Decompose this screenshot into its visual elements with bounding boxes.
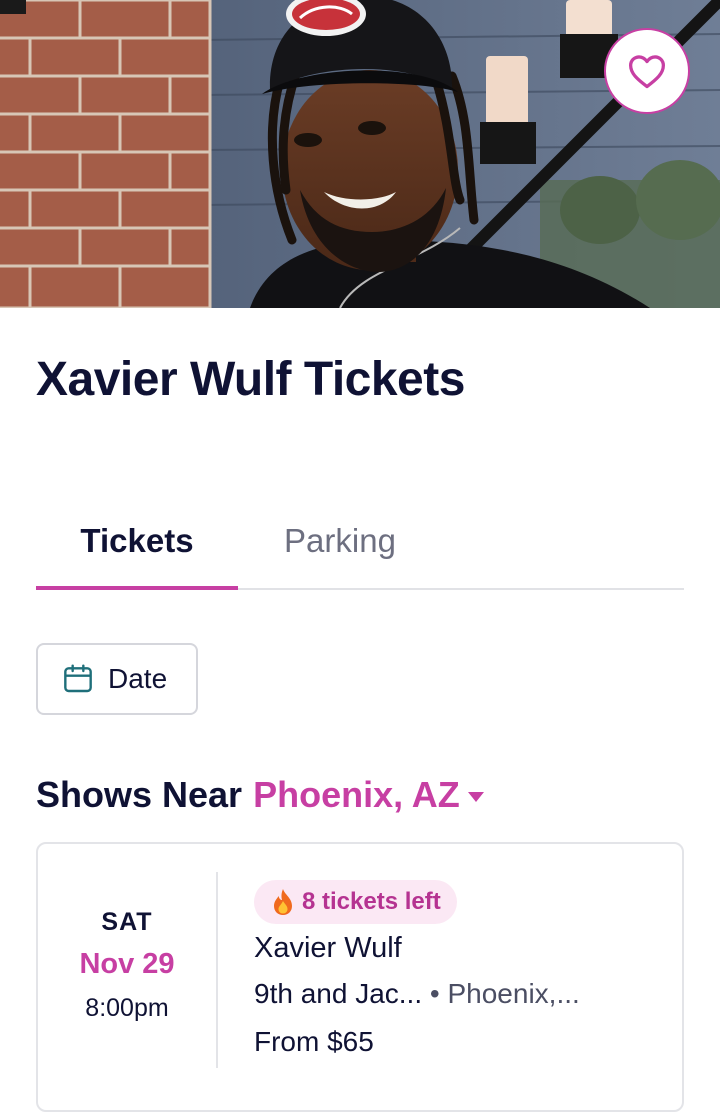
date-filter-label: Date [108, 663, 168, 694]
event-price: From $65 [254, 1026, 374, 1057]
event-name: Xavier Wulf [254, 932, 402, 964]
date-filter-button[interactable]: Date [36, 643, 198, 715]
tickets-left-text: 8 tickets left [302, 888, 441, 915]
event-venue: 9th and Jac... • Phoenix,... [254, 978, 580, 1010]
card-divider [216, 872, 218, 1068]
calendar-icon [64, 664, 92, 693]
heart-icon [629, 55, 665, 89]
shows-near-label: Shows Near [36, 774, 243, 815]
tab-bar: Tickets Parking [36, 508, 684, 590]
artist-hero-image [0, 0, 720, 308]
location-selector[interactable]: Phoenix, AZ [253, 774, 460, 816]
fire-icon [274, 889, 292, 915]
event-day-of-week: SAT [101, 908, 153, 936]
tab-parking[interactable]: Parking [278, 522, 402, 560]
shows-near-heading: Shows Near Phoenix, AZ [36, 774, 484, 816]
active-tab-indicator [36, 586, 238, 590]
chevron-down-icon[interactable] [467, 792, 484, 802]
event-city: • Phoenix,... [429, 978, 580, 1009]
event-date: Nov 29 [79, 948, 175, 980]
tickets-left-badge: 8 tickets left [254, 880, 457, 924]
event-time: 8:00pm [85, 994, 169, 1022]
event-venue-name: 9th and Jac... [254, 978, 423, 1009]
tab-tickets[interactable]: Tickets [36, 522, 238, 560]
favorite-button[interactable] [604, 28, 690, 114]
page-title: Xavier Wulf Tickets [36, 353, 465, 406]
event-card[interactable]: SAT Nov 29 8:00pm 8 tickets left Xavier … [36, 842, 684, 1112]
